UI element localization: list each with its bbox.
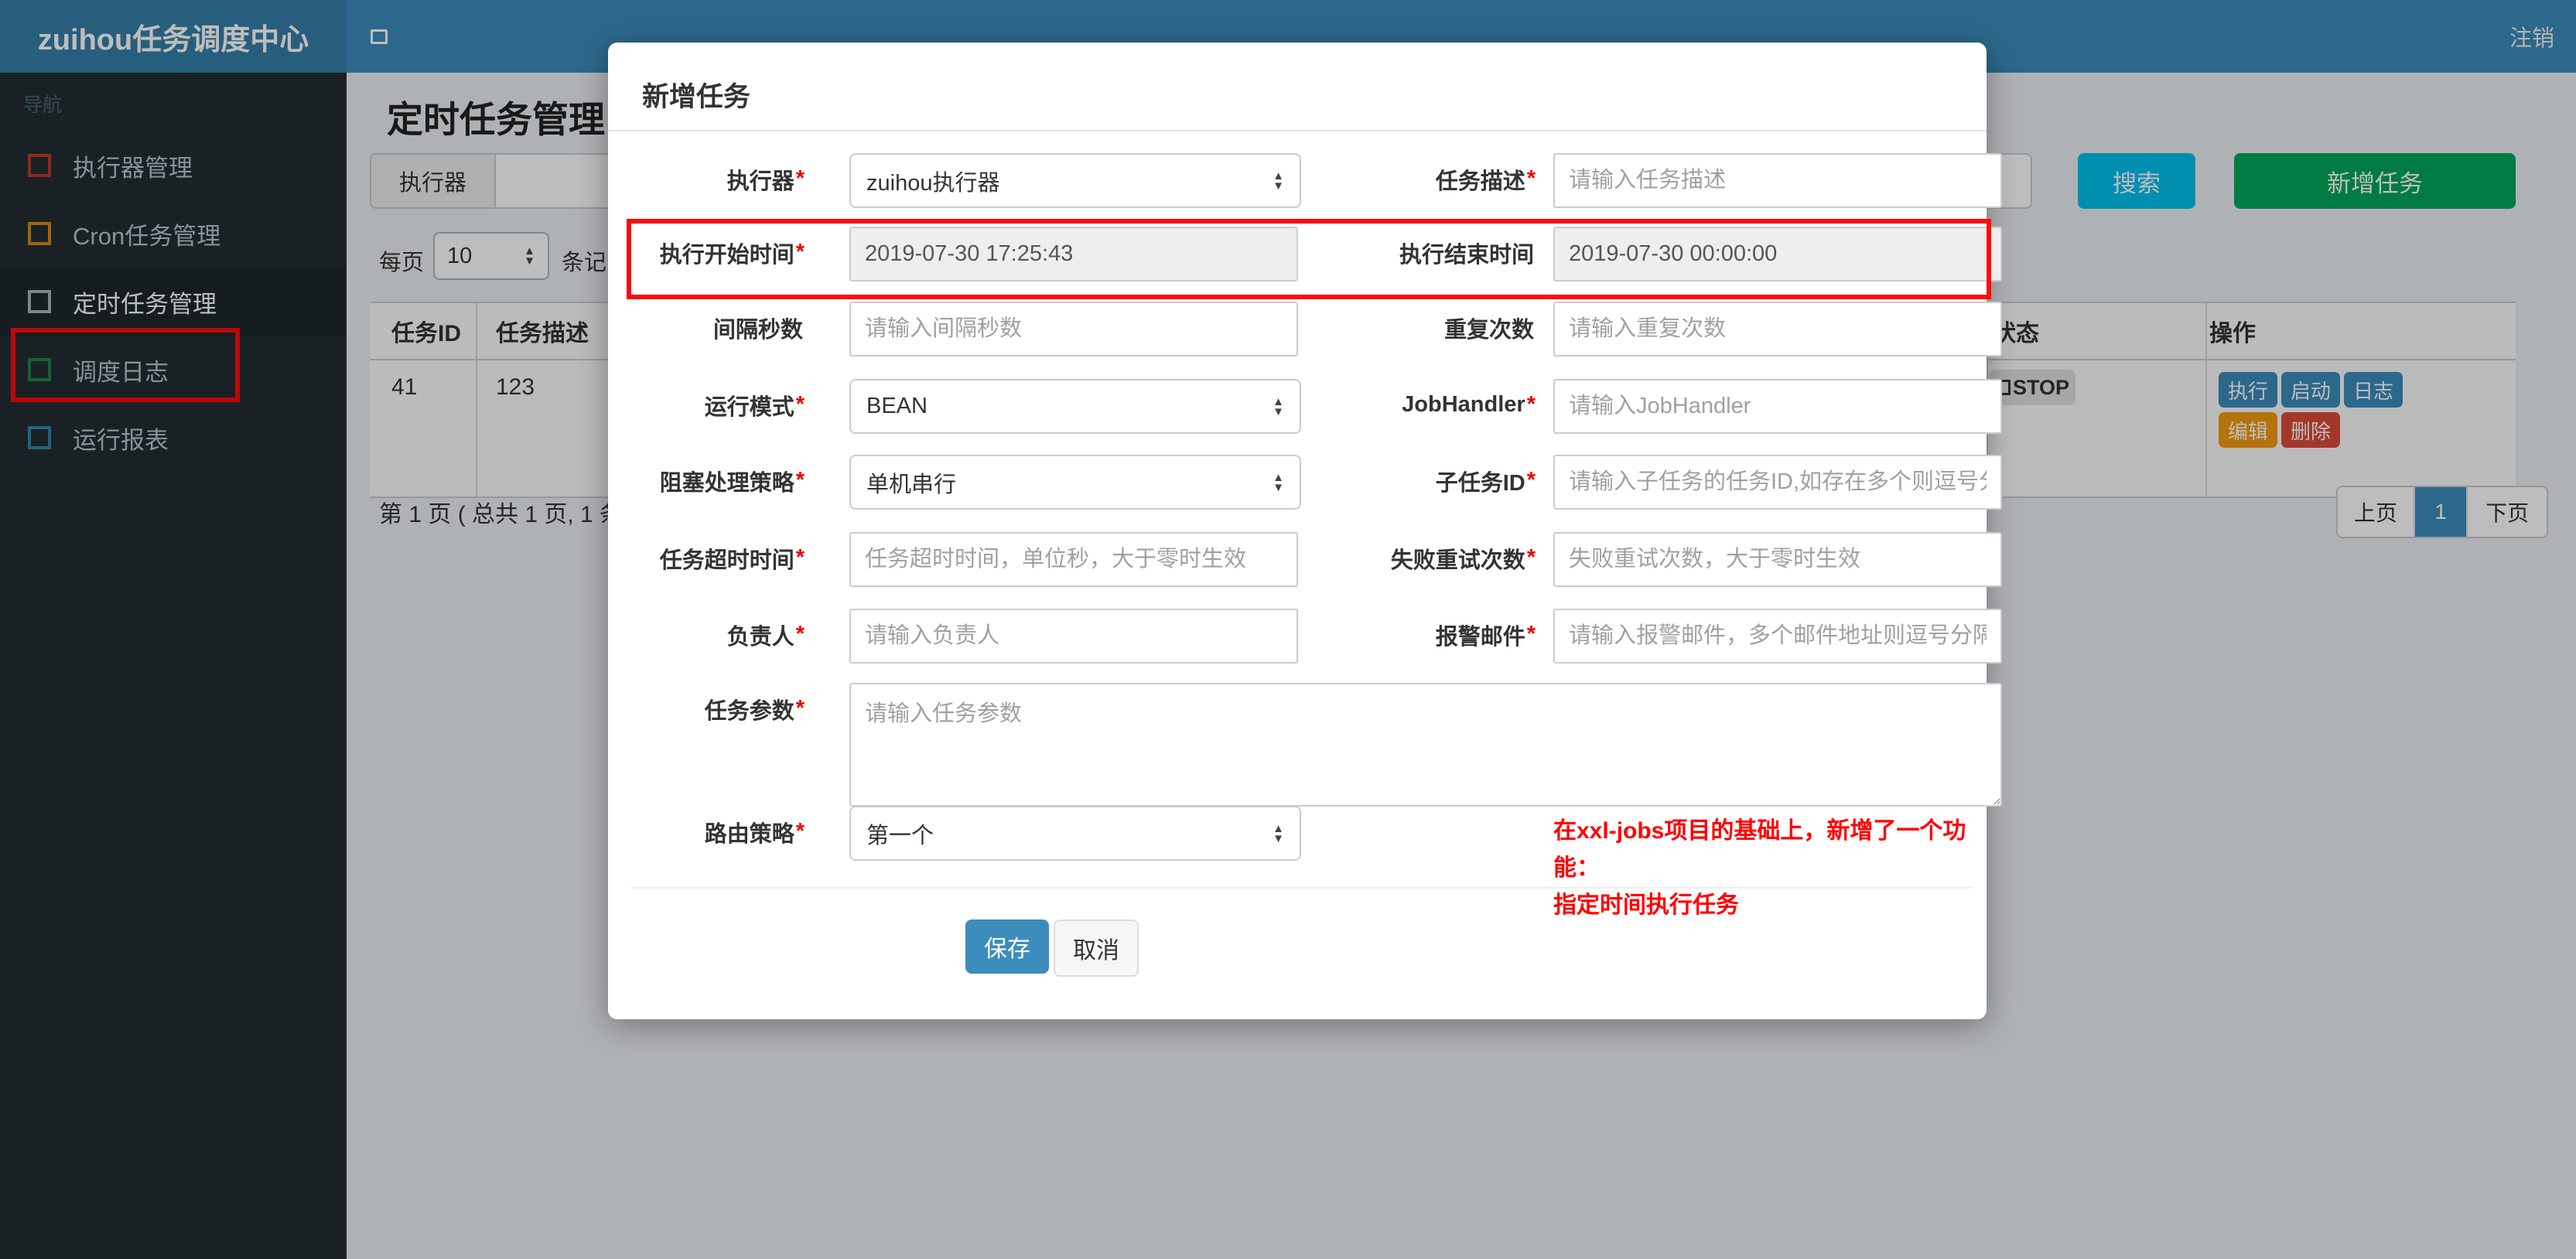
- job-handler-input[interactable]: [1553, 379, 2002, 434]
- end-time-input[interactable]: [1553, 227, 2002, 281]
- feature-note-line1: 在xxl-jobs项目的基础上，新增了一个功能：: [1553, 818, 1966, 881]
- job-desc-label: 任务描述 *: [1435, 166, 1536, 194]
- cancel-button[interactable]: 取消: [1054, 920, 1139, 977]
- fail-retry-input[interactable]: [1553, 532, 2002, 587]
- job-desc-input[interactable]: [1553, 153, 2002, 208]
- select-caret-icon: ▲ ▼: [1273, 394, 1284, 418]
- start-time-label: 执行开始时间 *: [659, 240, 805, 268]
- repeat-count-label: 重复次数: [1443, 317, 1534, 343]
- select-caret-icon: ▲ ▼: [1273, 470, 1284, 494]
- modal-footer-divider: [631, 887, 1971, 889]
- block-strategy-select[interactable]: 单机串行 ▲ ▼: [849, 455, 1301, 510]
- job-handler-label: JobHandler *: [1402, 392, 1536, 417]
- alarm-email-label: 报警邮件 *: [1435, 622, 1536, 650]
- block-strategy-label: 阻塞处理策略 *: [659, 468, 805, 496]
- modal-header-divider: [608, 130, 1987, 131]
- executor-label: 执行器 *: [726, 166, 805, 194]
- run-mode-label: 运行模式 *: [704, 392, 805, 420]
- end-time-label: 执行结束时间: [1399, 242, 1534, 268]
- repeat-count-input[interactable]: [1553, 302, 2002, 357]
- block-strategy-select-value: 单机串行: [866, 472, 957, 497]
- timeout-label: 任务超时时间 *: [659, 545, 805, 573]
- select-caret-icon: ▲ ▼: [1273, 821, 1284, 845]
- start-time-input[interactable]: [849, 227, 1298, 281]
- child-job-id-label: 子任务ID *: [1435, 468, 1536, 496]
- author-label: 负责人 *: [726, 622, 805, 650]
- route-strategy-select-value: 第一个: [866, 823, 934, 848]
- add-task-modal: 新增任务 执行器* zuihou执行器 ▲▼ 任务描述* 执行开始时间* 执行结…: [608, 43, 2002, 1019]
- save-button[interactable]: 保存: [965, 920, 1049, 974]
- child-job-id-input[interactable]: [1553, 455, 2002, 510]
- executor-select[interactable]: zuihou执行器 ▲ ▼: [849, 153, 1301, 208]
- select-caret-icon: ▲ ▼: [1273, 169, 1284, 193]
- interval-label: 间隔秒数: [712, 317, 803, 343]
- executor-select-value: zuihou执行器: [866, 170, 1000, 196]
- run-mode-select[interactable]: BEAN ▲ ▼: [849, 379, 1301, 434]
- feature-note: 在xxl-jobs项目的基础上，新增了一个功能： 指定时间执行任务: [1553, 813, 1987, 924]
- route-strategy-label: 路由策略 *: [704, 819, 805, 847]
- alarm-email-input[interactable]: [1553, 609, 2002, 664]
- author-input[interactable]: [849, 609, 1298, 664]
- run-mode-select-value: BEAN: [866, 394, 928, 418]
- feature-note-line2: 指定时间执行任务: [1553, 892, 1739, 918]
- interval-input[interactable]: [849, 302, 1298, 357]
- job-param-label: 任务参数 *: [704, 696, 805, 724]
- route-strategy-select[interactable]: 第一个 ▲ ▼: [849, 806, 1301, 861]
- fail-retry-label: 失败重试次数 *: [1390, 545, 1536, 573]
- modal-title: 新增任务: [642, 82, 751, 112]
- timeout-input[interactable]: [849, 532, 1298, 587]
- job-param-textarea[interactable]: [849, 683, 2002, 807]
- app-root: zuihou任务调度中心 注销 导航 执行器管理 Cron任务管理 定时任务管理…: [0, 0, 2576, 1259]
